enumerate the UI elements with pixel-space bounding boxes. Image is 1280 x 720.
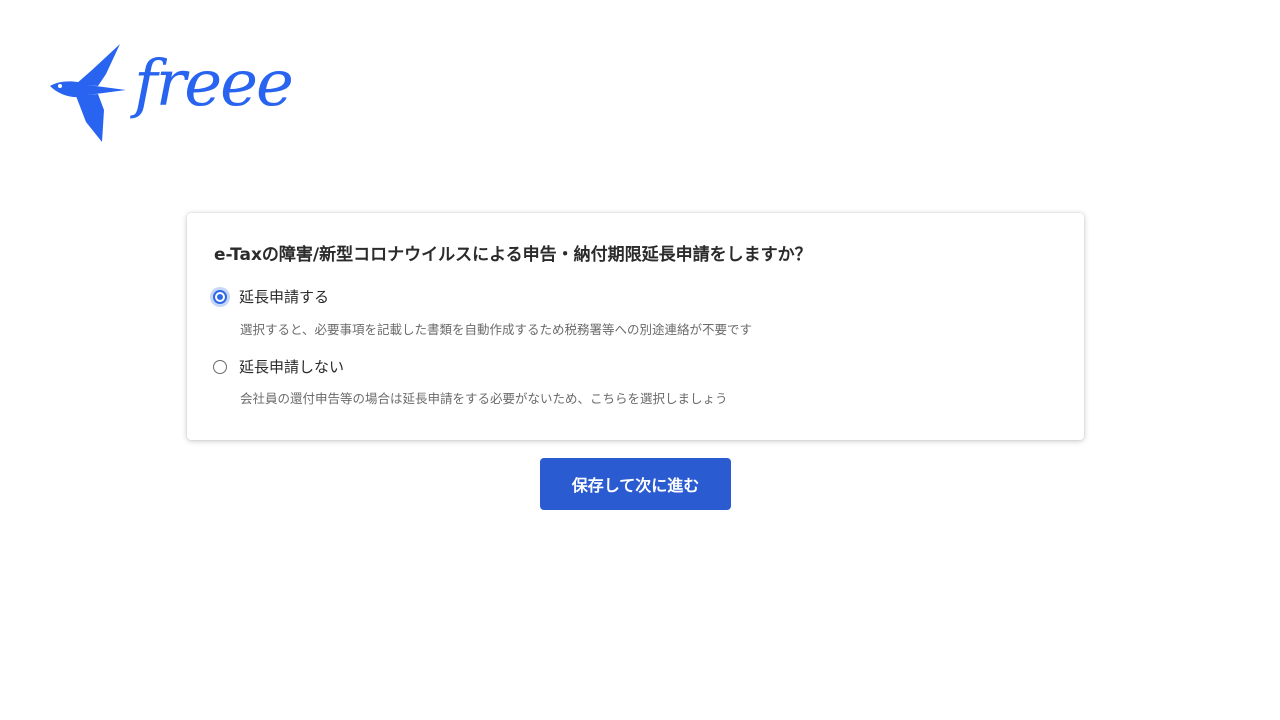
extension-request-card: e-Taxの障害/新型コロナウイルスによる申告・納付期限延長申請をしますか？ 延…: [187, 213, 1084, 440]
option-no-extension[interactable]: 延長申請しない: [213, 356, 344, 377]
bird-logo-icon: [50, 44, 126, 142]
save-and-next-button[interactable]: 保存して次に進む: [540, 458, 731, 510]
option-label-no-request: 延長申請しない: [239, 358, 345, 376]
question-heading: e-Taxの障害/新型コロナウイルスによる申告・納付期限延長申請をしますか？: [214, 245, 812, 265]
option-request-extension[interactable]: 延長申請する: [213, 286, 329, 307]
freee-logo: freee: [46, 40, 310, 146]
radio-no-extension[interactable]: [213, 359, 227, 374]
option-label-request: 延長申請する: [239, 288, 330, 306]
option-description-request: 選択すると、必要事項を記載した書類を自動作成するため税務署等への別途連絡が不要で…: [240, 322, 753, 337]
logo-wordmark: freee: [134, 47, 294, 121]
radio-request-extension[interactable]: [213, 289, 227, 304]
option-description-no-request: 会社員の還付申告等の場合は延長申請をする必要がないため、こちらを選択しましょう: [240, 391, 728, 406]
